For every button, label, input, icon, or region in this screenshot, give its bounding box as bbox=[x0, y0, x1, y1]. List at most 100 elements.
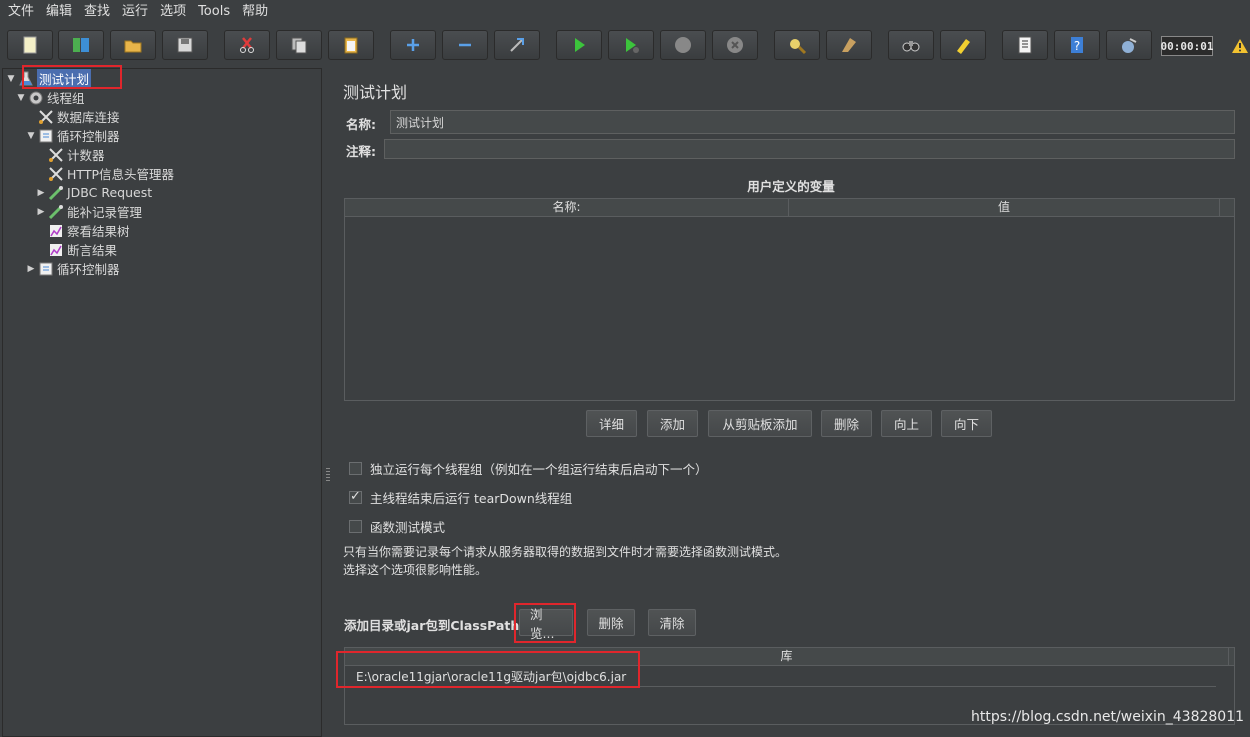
loop-controller-icon bbox=[37, 261, 55, 277]
tree-toggle-icon[interactable]: ▶ bbox=[25, 264, 37, 274]
test-plan-tree[interactable]: ▼ 测试计划 ▼ 线程组 数据库连接 ▼ 循环控制器 计数器 HTTP信息头管理器 ▶ JDBC R… bbox=[2, 68, 322, 737]
stop-icon bbox=[675, 37, 691, 53]
warning-icon[interactable] bbox=[1231, 38, 1249, 54]
menu-options[interactable]: 选项 bbox=[154, 0, 192, 24]
tree-node[interactable]: ▶ 循环控制器 bbox=[25, 259, 120, 278]
column-header-value[interactable]: 值 bbox=[789, 199, 1220, 216]
tree-node[interactable]: ▼ 测试计划 bbox=[5, 69, 92, 88]
classpath-clear-button[interactable]: 清除 bbox=[648, 609, 696, 636]
tree-node[interactable]: ▶ 能补记录管理 bbox=[35, 202, 142, 221]
library-row[interactable]: E:\oracle11gjar\oracle11g驱动jar包\ojdbc6.j… bbox=[346, 667, 1216, 687]
shutdown-icon bbox=[727, 37, 743, 53]
column-header-name[interactable]: 名称: bbox=[345, 199, 789, 216]
templates-icon bbox=[73, 38, 89, 52]
serialize-threadgroups-checkbox[interactable] bbox=[349, 462, 362, 475]
tree-node[interactable]: 数据库连接 bbox=[25, 107, 120, 126]
expand-icon bbox=[407, 39, 419, 51]
teardown-on-shutdown-checkbox[interactable] bbox=[349, 489, 362, 504]
serialize-threadgroups-option[interactable]: 独立运行每个线程组（例如在一个组运行结束后启动下一个） bbox=[349, 459, 708, 478]
menu-help[interactable]: 帮助 bbox=[236, 0, 274, 24]
collapse-all-button[interactable] bbox=[442, 30, 488, 60]
expand-all-button[interactable] bbox=[390, 30, 436, 60]
browse-button[interactable]: 浏览... bbox=[519, 607, 573, 641]
classpath-label: 添加目录或jar包到ClassPath bbox=[344, 618, 520, 633]
copy-button[interactable] bbox=[276, 30, 322, 60]
functional-mode-option[interactable]: 函数测试模式 bbox=[349, 517, 445, 536]
tree-node-label: 断言结果 bbox=[67, 243, 118, 258]
functional-mode-label: 函数测试模式 bbox=[370, 520, 446, 535]
open-button[interactable] bbox=[110, 30, 156, 60]
tree-node[interactable]: HTTP信息头管理器 bbox=[35, 164, 174, 183]
functional-mode-note-2: 选择这个选项很影响性能。 bbox=[343, 563, 488, 577]
tree-node-label: 察看结果树 bbox=[67, 224, 130, 239]
menu-edit[interactable]: 编辑 bbox=[40, 0, 78, 24]
elapsed-timer: 00:00:01 bbox=[1161, 36, 1214, 56]
function-helper-icon bbox=[1018, 36, 1032, 54]
config-element-icon bbox=[47, 166, 65, 182]
tree-node[interactable]: ▼ 循环控制器 bbox=[25, 126, 120, 145]
save-icon bbox=[177, 37, 193, 53]
teardown-on-shutdown-option[interactable]: 主线程结束后运行 tearDown线程组 bbox=[349, 488, 572, 507]
clear-all-icon bbox=[842, 38, 856, 52]
config-element-icon bbox=[37, 109, 55, 125]
tree-node[interactable]: 计数器 bbox=[35, 145, 105, 164]
tree-toggle-icon[interactable]: ▼ bbox=[5, 74, 17, 84]
start-no-pause-button[interactable] bbox=[608, 30, 654, 60]
tree-node[interactable]: 断言结果 bbox=[35, 240, 117, 259]
remote-button[interactable] bbox=[1106, 30, 1152, 60]
stop-button[interactable] bbox=[660, 30, 706, 60]
templates-button[interactable] bbox=[58, 30, 104, 60]
tree-toggle-icon[interactable]: ▶ bbox=[35, 207, 47, 217]
menu-file[interactable]: 文件 bbox=[2, 0, 40, 24]
sampler-icon bbox=[47, 185, 65, 201]
new-icon bbox=[23, 36, 37, 54]
save-button[interactable] bbox=[162, 30, 208, 60]
tree-toggle-icon[interactable]: ▼ bbox=[15, 93, 27, 103]
splitter-grip[interactable] bbox=[326, 468, 330, 482]
reset-search-button[interactable] bbox=[940, 30, 986, 60]
user-vars-table[interactable]: 名称: 值 bbox=[344, 198, 1235, 401]
paste-button[interactable] bbox=[328, 30, 374, 60]
functional-mode-checkbox[interactable] bbox=[349, 520, 362, 533]
delete-button[interactable]: 删除 bbox=[821, 410, 872, 437]
name-field[interactable]: 测试计划 bbox=[390, 110, 1235, 134]
search-button[interactable] bbox=[888, 30, 934, 60]
listener-icon bbox=[47, 223, 65, 239]
tree-node[interactable]: ▼ 线程组 bbox=[15, 88, 85, 107]
help-button[interactable]: ? bbox=[1054, 30, 1100, 60]
menu-tools[interactable]: Tools bbox=[192, 0, 236, 24]
shutdown-button[interactable] bbox=[712, 30, 758, 60]
new-button[interactable] bbox=[7, 30, 53, 60]
tree-node[interactable]: 察看结果树 bbox=[35, 221, 130, 240]
move-down-button[interactable]: 向下 bbox=[941, 410, 992, 437]
tree-node-label: 测试计划 bbox=[37, 69, 92, 88]
split-pane-divider[interactable] bbox=[323, 68, 333, 737]
function-helper-button[interactable] bbox=[1002, 30, 1048, 60]
clear-all-button[interactable] bbox=[826, 30, 872, 60]
start-button[interactable] bbox=[556, 30, 602, 60]
comment-label: 注释: bbox=[346, 144, 376, 159]
add-from-clipboard-button[interactable]: 从剪贴板添加 bbox=[708, 410, 812, 437]
toggle-button[interactable] bbox=[494, 30, 540, 60]
move-up-button[interactable]: 向上 bbox=[881, 410, 932, 437]
tree-toggle-icon[interactable]: ▼ bbox=[25, 131, 37, 141]
user-vars-title: 用户定义的变量 bbox=[747, 179, 835, 194]
column-header-library[interactable]: 库 bbox=[345, 648, 1229, 665]
config-element-icon bbox=[47, 147, 65, 163]
clear-button[interactable] bbox=[774, 30, 820, 60]
tree-toggle-icon[interactable]: ▶ bbox=[35, 188, 47, 198]
classpath-delete-button[interactable]: 删除 bbox=[587, 609, 635, 636]
detail-button[interactable]: 详细 bbox=[586, 410, 637, 437]
toggle-icon bbox=[510, 38, 524, 52]
add-button[interactable]: 添加 bbox=[647, 410, 698, 437]
cut-button[interactable] bbox=[224, 30, 270, 60]
help-icon: ? bbox=[1071, 37, 1083, 53]
comment-field[interactable] bbox=[384, 139, 1235, 159]
menu-run[interactable]: 运行 bbox=[116, 0, 154, 24]
functional-mode-note-1: 只有当你需要记录每个请求从服务器取得的数据到文件时才需要选择函数测试模式。 bbox=[343, 545, 788, 559]
menu-search[interactable]: 查找 bbox=[78, 0, 116, 24]
test-plan-panel: 测试计划 名称: 测试计划 注释: 用户定义的变量 名称: 值 详细 添加 从剪… bbox=[334, 68, 1248, 737]
search-icon bbox=[902, 41, 920, 52]
tree-node[interactable]: ▶ JDBC Request bbox=[35, 183, 153, 202]
tree-node-label: JDBC Request bbox=[67, 185, 153, 200]
